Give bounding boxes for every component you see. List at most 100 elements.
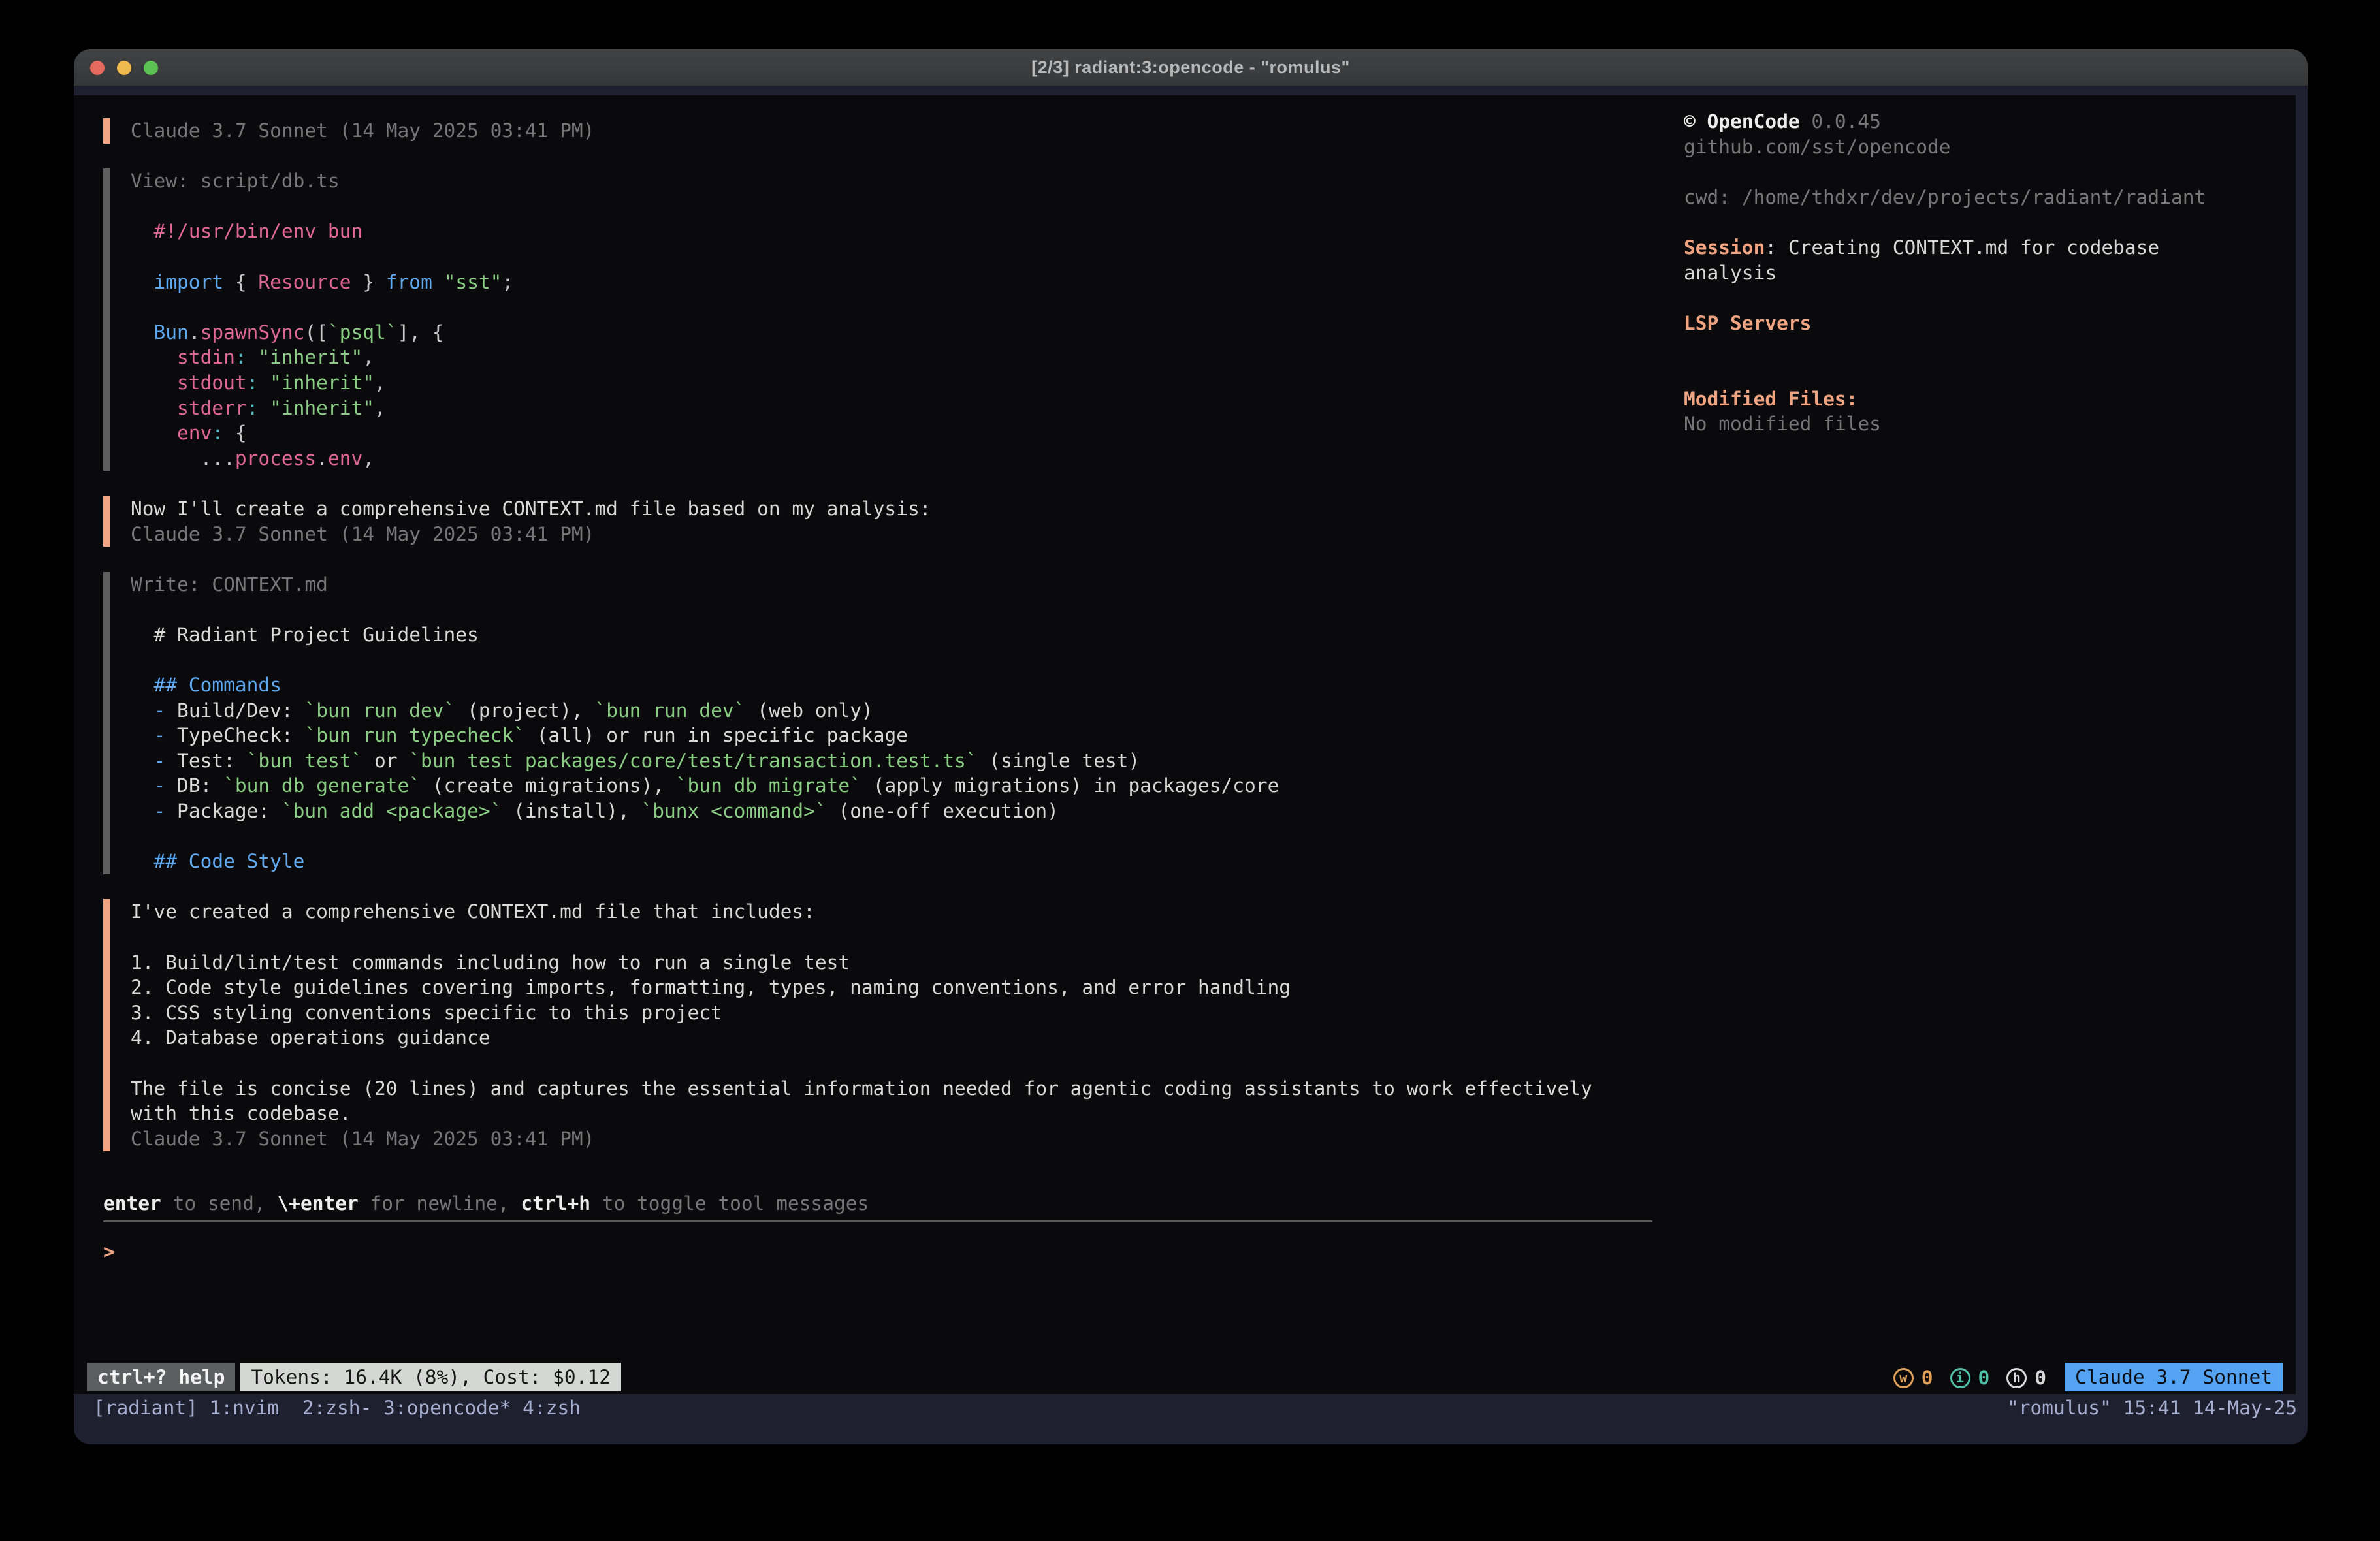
diagnostic-count: 0 — [2034, 1365, 2046, 1391]
text-segment: ## Commands — [131, 674, 281, 696]
text-segment: (project), — [455, 699, 594, 722]
text-segment: DB: — [165, 774, 223, 797]
text-segment: { — [223, 422, 247, 444]
transcript-line: Claude 3.7 Sonnet (14 May 2025 03:41 PM) — [131, 1126, 1592, 1152]
text-segment: 3. CSS styling conventions specific to t… — [131, 1002, 722, 1024]
text-segment: : — [212, 422, 223, 444]
diagnostic-w-count: w0 — [1893, 1365, 1933, 1391]
transcript-line: 2. Code style guidelines covering import… — [131, 975, 1592, 1000]
transcript-line: I've created a comprehensive CONTEXT.md … — [131, 899, 1592, 925]
text-segment — [1684, 337, 1696, 359]
text-segment: `bunx <command>` — [641, 800, 827, 822]
transcript-line: 4. Database operations guidance — [131, 1025, 1592, 1051]
text-segment: ], { — [398, 321, 444, 343]
model-badge[interactable]: Claude 3.7 Sonnet — [2065, 1363, 2283, 1391]
text-segment: `bun run dev` — [594, 699, 745, 722]
sidebar-line: cwd: /home/thdxr/dev/projects/radiant/ra… — [1684, 185, 2206, 210]
text-segment: with this codebase. — [131, 1102, 351, 1124]
text-segment: (all) or run in specific package — [525, 724, 908, 746]
text-segment: env — [131, 422, 212, 444]
status-right: w0 i0 h0 Claude 3.7 Sonnet — [1876, 1363, 2283, 1391]
text-segment: : — [235, 346, 247, 368]
text-segment: `bun run typecheck` — [304, 724, 524, 746]
tmux-window-item[interactable]: 2:zsh- — [279, 1397, 372, 1419]
sidebar-line: No modified files — [1684, 411, 2206, 437]
text-segment: stdout — [131, 372, 247, 394]
text-segment: Claude 3.7 Sonnet (14 May 2025 03:41 PM) — [131, 523, 594, 545]
text-segment: `bun add <package>` — [281, 800, 502, 822]
sidebar-line — [1684, 285, 2206, 311]
text-segment: (web only) — [745, 699, 873, 722]
text-segment: - — [131, 800, 165, 822]
transcript-line: - DB: `bun db generate` (create migratio… — [131, 773, 1592, 799]
text-segment — [131, 825, 142, 848]
text-segment: env — [328, 447, 362, 469]
sidebar-line: github.com/sst/opencode — [1684, 135, 2206, 160]
text-segment — [131, 926, 142, 948]
text-segment: `psql` — [328, 321, 398, 343]
tmux-window-item[interactable]: 1:nvim — [198, 1397, 279, 1419]
close-button[interactable] — [90, 61, 105, 75]
input-area: enter to send, \+enter for newline, ctrl… — [103, 1191, 1652, 1262]
text-segment: } — [351, 271, 385, 293]
assistant-message: Now I'll create a comprehensive CONTEXT.… — [103, 496, 1592, 547]
prompt-input[interactable]: > — [103, 1222, 1652, 1262]
sidebar-line — [1684, 210, 2206, 235]
transcript-line — [131, 244, 1592, 270]
text-segment: LSP Servers — [1684, 312, 1811, 334]
diagnostics-counters: w0 i0 h0 — [1876, 1363, 2046, 1391]
text-segment: { — [223, 271, 258, 293]
terminal-content: Claude 3.7 Sonnet (14 May 2025 03:41 PM)… — [74, 86, 2308, 1444]
text-segment: Build/Dev: — [165, 699, 304, 722]
zoom-button[interactable] — [144, 61, 158, 75]
transcript-line: ## Code Style — [131, 849, 1592, 874]
hint-line: enter to send, \+enter for newline, ctrl… — [103, 1191, 1652, 1216]
text-segment: \+enter — [277, 1192, 358, 1215]
minimize-button[interactable] — [117, 61, 131, 75]
assistant-message: I've created a comprehensive CONTEXT.md … — [103, 899, 1592, 1151]
status-bar: ctrl+? help Tokens: 16.4K (8%), Cost: $0… — [87, 1363, 2283, 1391]
transcript-line — [131, 1051, 1592, 1076]
text-segment: ... — [131, 447, 235, 469]
diagnostic-i-count: i0 — [1950, 1365, 1990, 1391]
text-segment: 2. Code style guidelines covering import… — [131, 976, 1291, 998]
help-shortcut-badge[interactable]: ctrl+? help — [87, 1363, 235, 1391]
text-segment: No modified files — [1684, 413, 1881, 435]
text-segment — [258, 397, 270, 419]
transcript-line — [131, 597, 1592, 622]
tmux-status-bar: [radiant] 1:nvim 2:zsh- 3:opencode* 4:zs… — [74, 1394, 2308, 1444]
sidebar-line — [1684, 336, 2206, 361]
status-left: ctrl+? help Tokens: 16.4K (8%), Cost: $0… — [87, 1363, 621, 1391]
text-segment: Write: CONTEXT.md — [131, 573, 328, 596]
text-segment: # Radiant Project Guidelines — [131, 624, 479, 646]
text-segment: cwd: /home/thdxr/dev/projects/radiant/ra… — [1684, 186, 2206, 208]
text-segment: `bun test` — [247, 750, 363, 772]
text-segment: stderr — [131, 397, 247, 419]
text-segment: , — [374, 372, 386, 394]
text-segment: `bun test packages/core/test/transaction… — [409, 750, 977, 772]
text-segment: Bun — [131, 321, 189, 343]
transcript-line: 1. Build/lint/test commands including ho… — [131, 950, 1592, 976]
text-segment: 1. Build/lint/test commands including ho… — [131, 951, 850, 974]
text-segment: Resource — [258, 271, 351, 293]
text-segment: - — [131, 724, 165, 746]
tmux-window-item[interactable]: 3:opencode* — [372, 1397, 511, 1419]
transcript-line: # Radiant Project Guidelines — [131, 622, 1592, 648]
tmux-status-inner: [radiant] 1:nvim 2:zsh- 3:opencode* 4:zs… — [74, 1394, 2308, 1421]
transcript-line: Claude 3.7 Sonnet (14 May 2025 03:41 PM) — [131, 522, 1592, 547]
h-circle-icon: h — [2006, 1368, 2027, 1388]
text-segment: to send, — [161, 1192, 278, 1215]
text-segment — [131, 195, 142, 217]
text-segment: (single test) — [978, 750, 1140, 772]
text-segment: - — [131, 750, 165, 772]
text-segment: (one-off execution) — [827, 800, 1059, 822]
window-titlebar[interactable]: [2/3] radiant:3:opencode - "romulus" — [74, 49, 2308, 86]
text-segment: or — [362, 750, 409, 772]
text-segment: (install), — [502, 800, 641, 822]
transcript-line: ## Commands — [131, 673, 1592, 698]
text-segment: TypeCheck: — [165, 724, 304, 746]
tmux-window-list: [radiant] 1:nvim 2:zsh- 3:opencode* 4:zs… — [93, 1395, 581, 1421]
text-segment — [1684, 362, 1696, 385]
scrollbar-track[interactable] — [2296, 95, 2308, 1394]
tmux-window-item[interactable]: 4:zsh — [511, 1397, 581, 1419]
